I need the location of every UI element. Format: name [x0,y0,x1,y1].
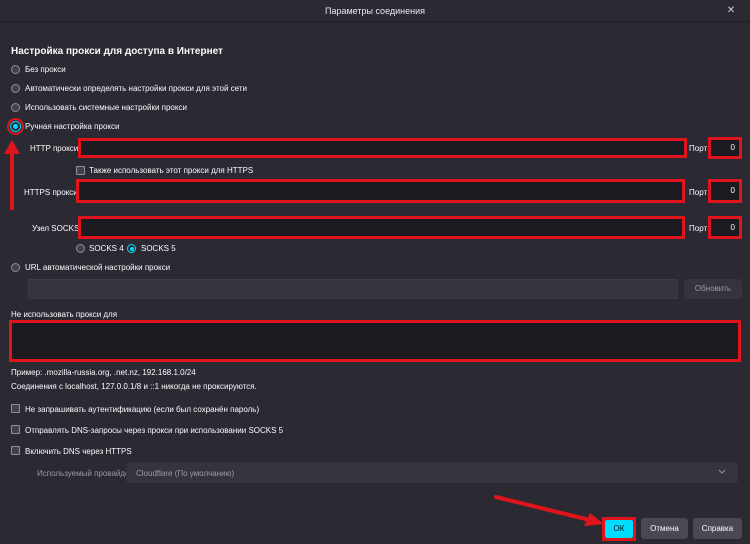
localhost-note: Соединения с localhost, 127.0.0.1/8 и ::… [11,382,257,391]
doh-provider-value: Cloudflare (По умолчанию) [136,469,235,478]
https-port-input[interactable]: 0 [708,179,742,203]
chevron-down-icon [718,469,726,474]
close-icon[interactable]: ✕ [724,4,738,18]
socks-host-label: Узел SOCKS [32,224,80,233]
no-auth-prompt-label: Не запрашивать аутентификацию (если был … [25,405,260,414]
radio-button-icon[interactable] [11,65,20,74]
reload-button[interactable]: Обновить [684,279,742,299]
no-proxy-example: Пример: .mozilla-russia.org, .net.nz, 19… [11,368,196,377]
window-title: Параметры соединения [324,6,425,16]
radio-button-icon[interactable] [11,103,20,112]
doh-provider-label: Используемый провайдер [37,469,134,478]
also-https-label: Также использовать этот прокси для HTTPS [89,166,254,175]
socks-port-label: Порт [689,224,708,233]
socks5-radio[interactable] [127,244,136,253]
http-port-input[interactable]: 0 [708,137,742,159]
annotation-arrow-shaft [10,150,14,210]
radio-label: Ручная настройка прокси [25,122,120,131]
radio-label: Без прокси [25,65,66,74]
http-proxy-label: HTTP прокси [30,144,79,153]
socks-port-input[interactable]: 0 [708,216,742,239]
socks4-label: SOCKS 4 [89,244,124,253]
radio-button-icon[interactable] [11,84,20,93]
doh-provider-select[interactable]: Cloudflare (По умолчанию) [126,462,738,483]
also-https-checkbox[interactable] [76,166,85,175]
https-proxy-label: HTTPS прокси [24,188,78,197]
auto-config-url-label: URL автоматической настройки прокси [25,263,171,272]
radio-label: Использовать системные настройки прокси [25,103,187,112]
socks-dns-label: Отправлять DNS-запросы через прокси при … [25,426,284,435]
help-button[interactable]: Справка [693,518,742,539]
radio-label: Автоматически определять настройки прокс… [25,84,247,93]
https-proxy-input[interactable] [76,179,685,203]
auto-config-url-input[interactable] [28,279,678,299]
doh-checkbox[interactable] [11,446,20,455]
no-proxy-textarea[interactable] [9,320,741,362]
cancel-button[interactable]: Отмена [641,518,688,539]
http-port-label: Порт [689,144,708,153]
ok-button[interactable]: ОК [605,520,633,538]
radio-button-icon[interactable] [10,121,21,132]
no-auth-prompt-checkbox[interactable] [11,404,20,413]
no-proxy-label: Не использовать прокси для [11,310,118,319]
radio-auto-config-url[interactable] [11,263,20,272]
socks-host-input[interactable] [78,216,685,239]
annotation-arrow-right-icon [494,495,604,526]
section-title: Настройка прокси для доступа в Интернет [11,46,223,57]
annotation-arrow-up-icon [4,140,20,154]
socks5-label: SOCKS 5 [141,244,176,253]
socks-dns-checkbox[interactable] [11,425,20,434]
socks4-radio[interactable] [76,244,85,253]
http-proxy-input[interactable] [78,138,687,158]
doh-label: Включить DNS через HTTPS [25,447,132,456]
https-port-label: Порт [689,188,708,197]
